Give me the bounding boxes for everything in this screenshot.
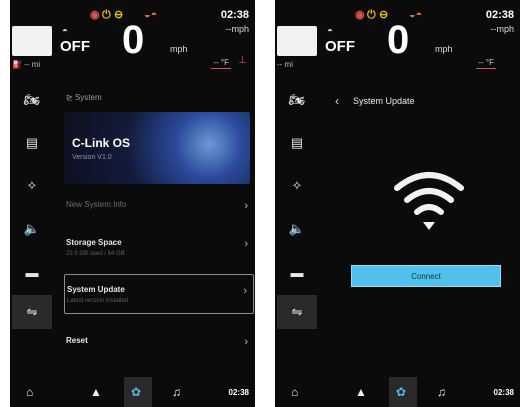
row-system-update[interactable]: System Update Latest version installed › — [64, 274, 254, 314]
row-title: System Update — [67, 285, 125, 294]
sidebar-item-connectivity[interactable]: ✧ — [277, 169, 317, 203]
page-title: System Update — [353, 96, 415, 106]
temperature-readout: -- °F — [211, 58, 231, 69]
navigation-icon[interactable]: ▲ — [355, 385, 367, 399]
cruise-state: OFF — [325, 38, 355, 55]
wifi-icon — [394, 172, 464, 230]
sidebar-item-connectivity[interactable]: ✧ — [12, 169, 52, 203]
sidebar-item-vehicle[interactable]: 🏍 — [277, 83, 317, 117]
os-name: C-Link OS — [72, 136, 131, 150]
sidebar-item-storage[interactable]: ▤ — [277, 126, 317, 160]
sidebar-item-sound[interactable]: 🔈 — [277, 212, 317, 246]
battery-icon: ⏻ — [367, 9, 376, 21]
chevron-right-icon: › — [244, 238, 248, 250]
motorcycle-icon: 🏍 — [23, 92, 41, 107]
music-icon[interactable]: ♫ — [437, 385, 446, 399]
row-storage-space[interactable]: Storage Space 23.9 GB used / 64 GB › — [64, 228, 254, 268]
os-banner: C-Link OS Version V1.0 — [64, 112, 250, 184]
settings-icon[interactable]: ✿ — [131, 385, 141, 399]
row-new-system-info[interactable]: New System Info › — [64, 190, 254, 230]
speed-unit: mph — [435, 44, 453, 54]
sidebar-item-display[interactable]: ▬ — [277, 255, 317, 289]
speed-unit: mph — [170, 44, 188, 54]
home-icon[interactable]: ⌂ — [291, 385, 298, 399]
sidebar-item-vehicle[interactable]: 🏍 — [12, 83, 52, 117]
system-icon: ⊵ — [66, 93, 73, 102]
row-subtitle: Latest version installed — [67, 298, 129, 304]
oil-icon: ◒◓ — [144, 9, 158, 21]
indicator-box — [277, 26, 317, 56]
status-speed-unit: --mph — [490, 24, 514, 34]
volume-icon: 🔈 — [23, 221, 41, 236]
warning-icon: ◉ — [90, 9, 100, 21]
sidebar-item-system[interactable]: ⇋ — [12, 295, 52, 329]
row-reset[interactable]: Reset › — [64, 326, 254, 366]
display-icon: ▬ — [25, 264, 39, 280]
warning-icon: ◉ — [355, 9, 365, 21]
volume-icon: 🔈 — [288, 221, 306, 236]
sidebar-item-storage[interactable]: ▤ — [12, 126, 52, 160]
status-time: 02:38 — [220, 9, 249, 21]
page-heading: ⊵ System — [66, 93, 102, 102]
cruise-state: OFF — [60, 38, 90, 55]
fuel-range-value: -- mi — [24, 60, 41, 69]
fuel-icon: ⛽ — [12, 60, 22, 69]
bottom-time: 02:38 — [493, 388, 514, 397]
bottom-navigation: ⌂ ▲ ✿ ♫ 02:38 — [10, 377, 255, 407]
display-icon: ▬ — [290, 264, 304, 280]
page-heading-label: System — [74, 93, 102, 102]
sidebar-item-sound[interactable]: 🔈 — [12, 212, 52, 246]
settings-icon[interactable]: ✿ — [396, 385, 406, 399]
system-update-screen: ◉ ⏻ ⊖ ◒◓ 02:38 --mph ◓ OFF 0 mph -- mi -… — [275, 0, 520, 407]
storage-icon: ▤ — [25, 135, 39, 150]
cruise-control-icon: ◓ — [62, 26, 69, 37]
row-title: New System Info — [66, 200, 127, 209]
settings-sliders-icon: ⇋ — [26, 304, 38, 319]
sidebar-item-system[interactable]: ⇋ — [277, 295, 317, 329]
cruise-control-icon: ◓ — [327, 26, 334, 37]
fuel-range: -- mi — [277, 60, 293, 69]
storage-icon: ▤ — [290, 135, 304, 150]
battery-icon: ⏻ — [102, 9, 111, 21]
indicator-box — [12, 26, 52, 56]
row-title: Reset — [66, 336, 88, 345]
row-title: Storage Space — [66, 238, 122, 247]
fuel-range: ⛽ -- mi — [12, 60, 40, 69]
satellite-icon: ✧ — [291, 178, 303, 193]
bottom-time: 02:38 — [228, 388, 249, 397]
speed-value: 0 — [122, 18, 145, 62]
navigation-icon[interactable]: ▲ — [90, 385, 102, 399]
back-arrow-icon[interactable]: ‹ — [335, 94, 339, 108]
status-speed-unit: --mph — [225, 24, 249, 34]
chevron-right-icon: › — [243, 285, 247, 297]
temperature-readout: -- °F — [476, 58, 496, 69]
motorcycle-icon: 🏍 — [288, 92, 306, 107]
sidebar-item-display[interactable]: ▬ — [12, 255, 52, 289]
chevron-right-icon: › — [244, 336, 248, 348]
os-version: Version V1.0 — [72, 154, 112, 161]
chevron-right-icon: › — [244, 200, 248, 212]
home-icon[interactable]: ⌂ — [26, 385, 33, 399]
status-time: 02:38 — [485, 9, 514, 21]
row-subtitle: 23.9 GB used / 64 GB — [66, 251, 125, 257]
music-icon[interactable]: ♫ — [172, 385, 181, 399]
oil-icon: ◒◓ — [409, 9, 423, 21]
connect-button[interactable]: Connect — [351, 265, 501, 287]
bottom-navigation: ⌂ ▲ ✿ ♫ 02:38 — [275, 377, 520, 407]
system-settings-screen: ◉ ⏻ ⊖ ◒◓ 02:38 --mph ◓ OFF 0 mph ⛽ -- mi… — [10, 0, 255, 407]
speed-value: 0 — [387, 18, 410, 62]
settings-sliders-icon: ⇋ — [291, 304, 303, 319]
thermometer-icon: ⊥ — [238, 55, 247, 66]
satellite-icon: ✧ — [26, 178, 38, 193]
